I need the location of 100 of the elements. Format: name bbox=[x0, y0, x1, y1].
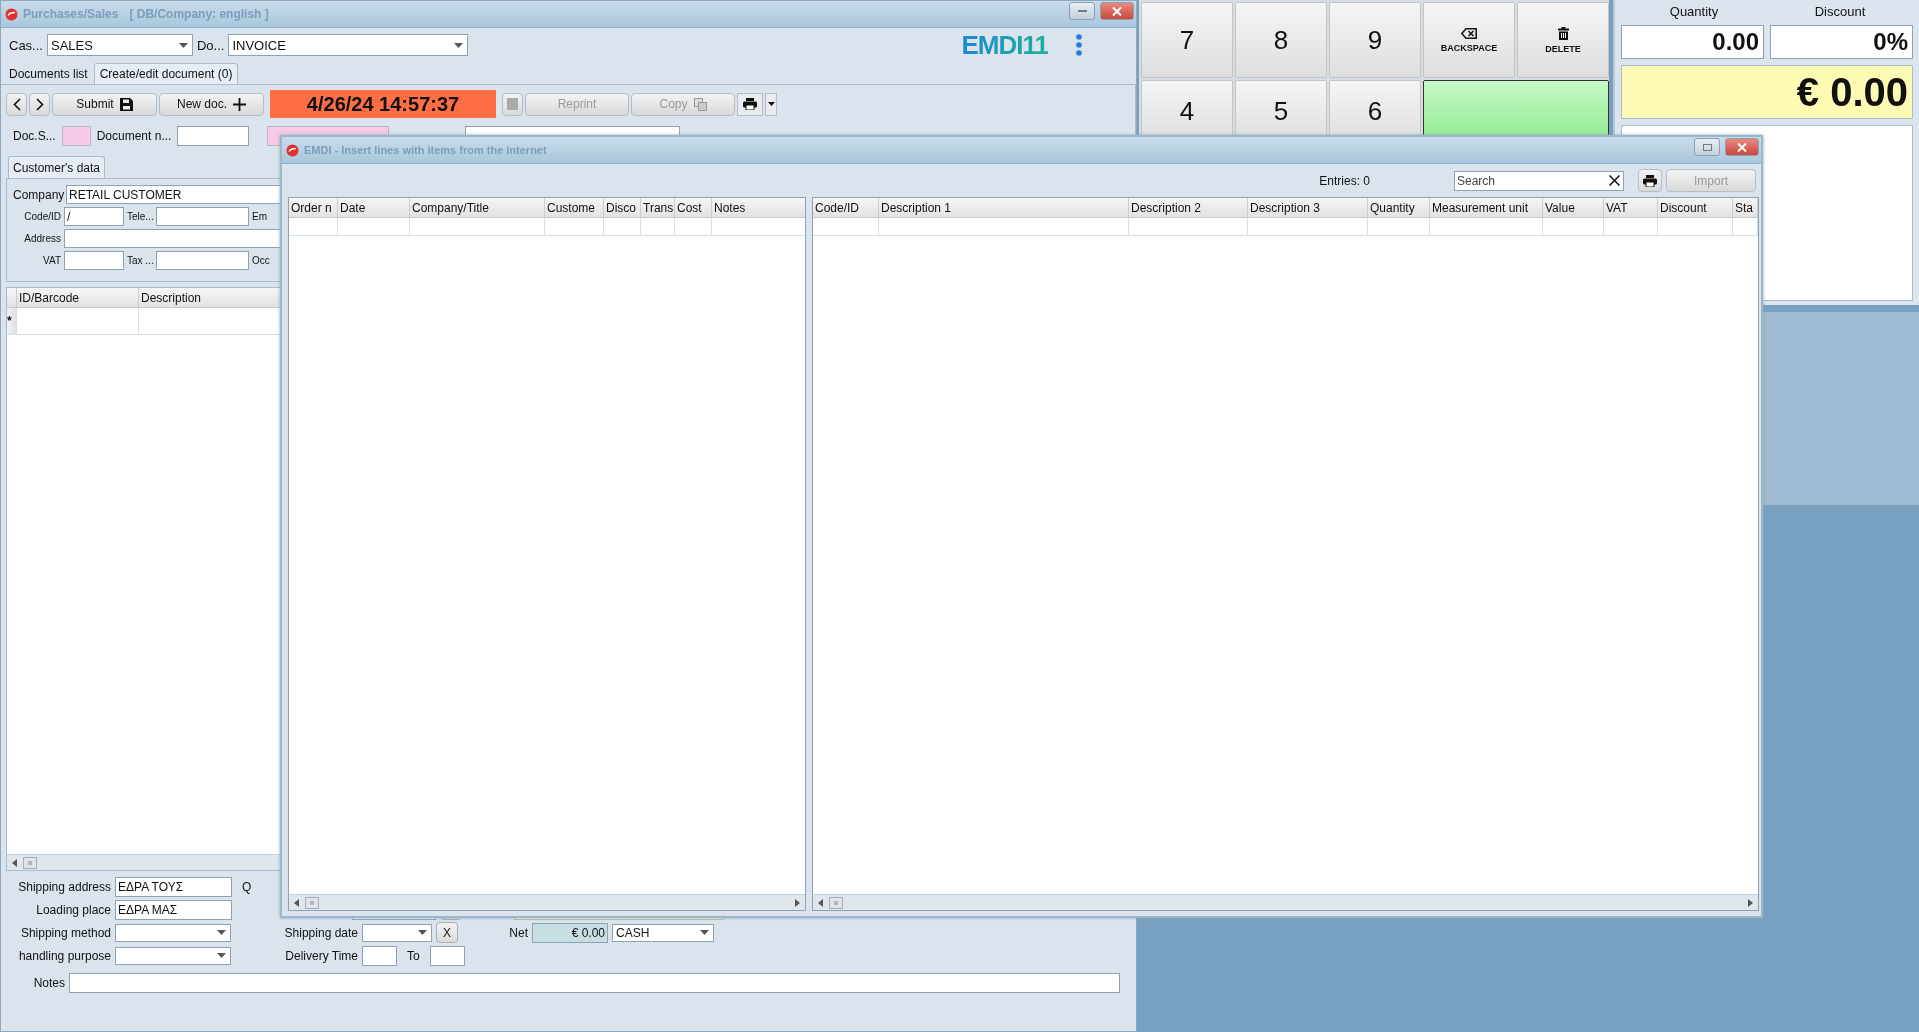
phone-label: Tele... bbox=[127, 211, 153, 222]
close-button[interactable] bbox=[1100, 2, 1134, 20]
column-header[interactable]: Discount bbox=[1658, 198, 1733, 217]
digit-key[interactable]: 7 bbox=[1141, 2, 1233, 78]
more-options-icon[interactable] bbox=[1076, 34, 1082, 56]
minimize-button[interactable] bbox=[1069, 2, 1095, 20]
loading-place-field[interactable]: ΕΔΡΑ ΜΑΣ bbox=[115, 899, 232, 920]
company-label: Company bbox=[13, 187, 63, 202]
document-type-dropdown[interactable]: INVOICE bbox=[228, 34, 469, 56]
column-header[interactable]: Description 2 bbox=[1129, 198, 1248, 217]
column-header[interactable]: Description 3 bbox=[1248, 198, 1368, 217]
status-field[interactable] bbox=[61, 126, 91, 146]
net-label: Net bbox=[508, 925, 528, 940]
maximize-button[interactable] bbox=[1694, 138, 1720, 156]
submit-button[interactable]: Submit bbox=[52, 92, 157, 116]
clear-search-icon[interactable] bbox=[1609, 174, 1620, 186]
column-header[interactable]: Disco bbox=[604, 198, 641, 217]
caret-icon bbox=[418, 930, 427, 935]
to-label: To bbox=[407, 948, 420, 963]
date-time-display: 4/26/24 14:57:37 bbox=[270, 90, 496, 118]
delete-key[interactable]: DELETE bbox=[1517, 2, 1609, 78]
new-row-marker: * bbox=[7, 308, 17, 334]
minimize-icon bbox=[1077, 9, 1087, 13]
search-field[interactable]: Search bbox=[1454, 170, 1624, 191]
shipping-address-label: Shipping address bbox=[17, 879, 111, 894]
tab[interactable]: Customer's data bbox=[8, 156, 105, 178]
print-button[interactable] bbox=[737, 92, 763, 116]
column-header[interactable]: Notes bbox=[712, 198, 805, 217]
column-header[interactable]: Company/Title bbox=[410, 198, 545, 217]
code-field[interactable]: / bbox=[64, 207, 124, 226]
scroll-thumb-icon[interactable] bbox=[829, 896, 843, 909]
delivery-from-field[interactable] bbox=[362, 945, 397, 966]
handling-purpose-dropdown[interactable] bbox=[115, 946, 231, 965]
clear-date-button[interactable]: X bbox=[436, 922, 458, 943]
discount-field[interactable]: 0% bbox=[1770, 25, 1913, 59]
column-header[interactable]: Value bbox=[1543, 198, 1604, 217]
new-document-button[interactable]: New doc. bbox=[159, 92, 264, 116]
plus-icon bbox=[233, 97, 246, 111]
column-header[interactable]: Code/ID bbox=[813, 198, 879, 217]
close-icon bbox=[1112, 6, 1122, 16]
column-header[interactable]: Date bbox=[338, 198, 410, 217]
trash-icon bbox=[1557, 26, 1569, 40]
chevron-right-icon bbox=[35, 97, 44, 111]
notes-field[interactable] bbox=[69, 972, 1120, 993]
digit-key[interactable]: 9 bbox=[1329, 2, 1421, 78]
print-button[interactable] bbox=[1638, 169, 1662, 192]
shipping-date-dropdown[interactable] bbox=[362, 923, 432, 942]
net-amount-field: € 0.00 bbox=[532, 922, 608, 943]
app-logo-icon bbox=[286, 143, 299, 157]
empty-row[interactable] bbox=[813, 218, 1758, 236]
quantity-label: Q bbox=[242, 879, 252, 894]
column-header[interactable]: Custome bbox=[545, 198, 604, 217]
digit-key[interactable]: 8 bbox=[1235, 2, 1327, 78]
square-icon bbox=[507, 98, 518, 110]
shipping-method-dropdown[interactable] bbox=[115, 923, 231, 942]
column-header[interactable]: Sta bbox=[1733, 198, 1758, 217]
tab[interactable]: Create/edit document (0) bbox=[93, 63, 239, 84]
delivery-time-label: Delivery Time bbox=[284, 948, 358, 963]
occupation-label: Occ bbox=[252, 255, 270, 266]
maximize-icon bbox=[1702, 143, 1712, 151]
chevron-left-icon bbox=[12, 97, 21, 111]
printer-icon bbox=[743, 98, 757, 110]
scroll-thumb-icon[interactable] bbox=[23, 856, 37, 869]
shipping-address-field[interactable]: ΕΔΡΑ ΤΟΥΣ bbox=[115, 876, 232, 897]
phone-field[interactable] bbox=[156, 207, 249, 226]
column-header[interactable]: Measurement unit bbox=[1430, 198, 1543, 217]
horizontal-scrollbar[interactable] bbox=[289, 894, 805, 910]
caret-icon bbox=[454, 42, 464, 48]
column-header[interactable]: Description 1 bbox=[879, 198, 1129, 217]
payment-method-dropdown[interactable]: CASH bbox=[612, 923, 714, 942]
scroll-thumb-icon[interactable] bbox=[305, 896, 319, 909]
column-header[interactable]: Quantity bbox=[1368, 198, 1430, 217]
quantity-field[interactable]: 0.00 bbox=[1621, 25, 1764, 59]
empty-row[interactable] bbox=[289, 218, 805, 236]
document-type-label: Do... bbox=[196, 37, 225, 53]
column-header[interactable]: VAT bbox=[1604, 198, 1658, 217]
tab[interactable]: Documents list bbox=[3, 63, 94, 84]
horizontal-scrollbar[interactable] bbox=[813, 894, 1758, 910]
caret-icon bbox=[217, 930, 226, 935]
document-number-field[interactable] bbox=[177, 126, 250, 146]
handling-purpose-label: handling purpose bbox=[17, 948, 111, 963]
tax-office-field[interactable] bbox=[156, 251, 249, 270]
close-button[interactable] bbox=[1725, 138, 1759, 156]
notes-label: Notes bbox=[32, 975, 65, 990]
backspace-key[interactable]: BACKSPACE bbox=[1423, 2, 1515, 78]
column-header[interactable]: Order n bbox=[289, 198, 338, 217]
print-options-button[interactable] bbox=[765, 92, 777, 116]
column-header[interactable]: Cost bbox=[675, 198, 712, 217]
stop-button[interactable] bbox=[502, 92, 523, 116]
delivery-to-field[interactable] bbox=[429, 945, 465, 966]
case-label: Cas... bbox=[9, 37, 43, 53]
case-dropdown[interactable]: SALES bbox=[46, 34, 193, 56]
vat-field[interactable] bbox=[64, 251, 124, 270]
tax-office-label: Tax ... bbox=[127, 255, 153, 266]
previous-button[interactable] bbox=[6, 92, 27, 116]
column-header[interactable]: ID/Barcode bbox=[17, 288, 139, 307]
column-header[interactable]: Trans bbox=[641, 198, 675, 217]
vat-label: VAT bbox=[42, 255, 61, 266]
next-button[interactable] bbox=[29, 92, 50, 116]
backspace-icon bbox=[1461, 27, 1477, 39]
